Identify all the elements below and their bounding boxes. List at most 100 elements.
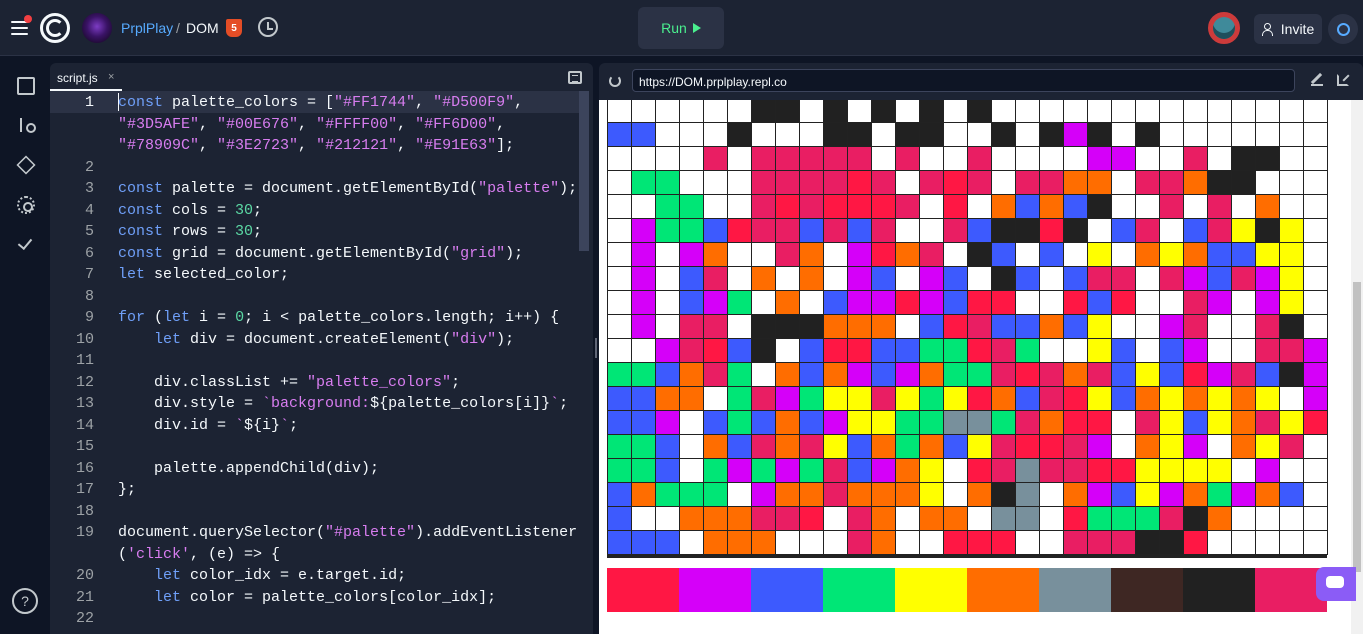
grid-cell[interactable]: [799, 290, 824, 315]
grid-cell[interactable]: [1063, 530, 1088, 555]
grid-cell[interactable]: [703, 434, 728, 459]
grid-cell[interactable]: [1039, 434, 1064, 459]
grid-cell[interactable]: [919, 122, 944, 147]
grid-cell[interactable]: [1279, 122, 1304, 147]
grid-cell[interactable]: [1279, 458, 1304, 483]
replit-logo-icon[interactable]: [40, 13, 70, 43]
grid-cell[interactable]: [1279, 146, 1304, 171]
grid-cell[interactable]: [991, 100, 1016, 123]
files-icon[interactable]: [17, 77, 35, 95]
grid-cell[interactable]: [1279, 170, 1304, 195]
grid-cell[interactable]: [991, 314, 1016, 339]
grid-cell[interactable]: [727, 170, 752, 195]
grid-cell[interactable]: [607, 314, 632, 339]
grid-cell[interactable]: [1015, 290, 1040, 315]
grid-cell[interactable]: [775, 122, 800, 147]
grid-cell[interactable]: [823, 338, 848, 363]
grid-cell[interactable]: [895, 362, 920, 387]
grid-cell[interactable]: [1087, 530, 1112, 555]
grid-cell[interactable]: [1159, 482, 1184, 507]
grid-cell[interactable]: [1159, 362, 1184, 387]
grid-cell[interactable]: [967, 482, 992, 507]
grid-cell[interactable]: [991, 170, 1016, 195]
grid-cell[interactable]: [919, 410, 944, 435]
grid-cell[interactable]: [1159, 194, 1184, 219]
grid-cell[interactable]: [1111, 530, 1136, 555]
grid-cell[interactable]: [751, 506, 776, 531]
grid-cell[interactable]: [1039, 290, 1064, 315]
grid-cell[interactable]: [1063, 458, 1088, 483]
grid-cell[interactable]: [823, 506, 848, 531]
grid-cell[interactable]: [751, 218, 776, 243]
grid-cell[interactable]: [1255, 122, 1280, 147]
grid-cell[interactable]: [1039, 194, 1064, 219]
grid-cell[interactable]: [1231, 314, 1256, 339]
grid-cell[interactable]: [1063, 434, 1088, 459]
grid-cell[interactable]: [1015, 314, 1040, 339]
grid-cell[interactable]: [1111, 386, 1136, 411]
grid-cell[interactable]: [847, 146, 872, 171]
grid-cell[interactable]: [655, 170, 680, 195]
grid-cell[interactable]: [631, 146, 656, 171]
grid-cell[interactable]: [1207, 506, 1232, 531]
grid-cell[interactable]: [1063, 266, 1088, 291]
grid-cell[interactable]: [1039, 530, 1064, 555]
grid-cell[interactable]: [847, 314, 872, 339]
grid-cell[interactable]: [943, 530, 968, 555]
grid-cell[interactable]: [1159, 122, 1184, 147]
grid-cell[interactable]: [991, 386, 1016, 411]
grid-cell[interactable]: [607, 194, 632, 219]
grid-cell[interactable]: [655, 506, 680, 531]
grid-cell[interactable]: [895, 482, 920, 507]
grid-cell[interactable]: [1255, 194, 1280, 219]
grid-cell[interactable]: [607, 170, 632, 195]
grid-cell[interactable]: [823, 434, 848, 459]
grid-cell[interactable]: [1087, 290, 1112, 315]
grid-cell[interactable]: [1183, 386, 1208, 411]
grid-cell[interactable]: [847, 506, 872, 531]
grid-cell[interactable]: [991, 218, 1016, 243]
grid-cell[interactable]: [1135, 314, 1160, 339]
grid-cell[interactable]: [655, 100, 680, 123]
grid-cell[interactable]: [919, 458, 944, 483]
grid-cell[interactable]: [1087, 362, 1112, 387]
grid-cell[interactable]: [1231, 482, 1256, 507]
grid-cell[interactable]: [895, 170, 920, 195]
grid-cell[interactable]: [1255, 266, 1280, 291]
grid-cell[interactable]: [1039, 170, 1064, 195]
grid-cell[interactable]: [1207, 434, 1232, 459]
grid-cell[interactable]: [847, 362, 872, 387]
grid-cell[interactable]: [751, 530, 776, 555]
grid-cell[interactable]: [799, 362, 824, 387]
settings-icon[interactable]: [17, 196, 35, 214]
open-external-icon[interactable]: [1337, 74, 1349, 86]
grid-cell[interactable]: [1183, 530, 1208, 555]
grid-cell[interactable]: [655, 242, 680, 267]
grid-cell[interactable]: [1039, 410, 1064, 435]
grid-cell[interactable]: [799, 146, 824, 171]
grid-cell[interactable]: [895, 410, 920, 435]
grid-cell[interactable]: [823, 218, 848, 243]
grid-cell[interactable]: [1087, 146, 1112, 171]
grid-cell[interactable]: [775, 146, 800, 171]
grid-cell[interactable]: [1207, 314, 1232, 339]
grid-cell[interactable]: [1111, 434, 1136, 459]
grid-cell[interactable]: [847, 434, 872, 459]
grid-cell[interactable]: [1207, 266, 1232, 291]
grid-cell[interactable]: [703, 458, 728, 483]
grid-cell[interactable]: [1063, 194, 1088, 219]
grid-cell[interactable]: [871, 266, 896, 291]
grid-cell[interactable]: [751, 242, 776, 267]
grid-cell[interactable]: [1087, 482, 1112, 507]
grid-cell[interactable]: [799, 338, 824, 363]
grid-cell[interactable]: [631, 290, 656, 315]
grid-cell[interactable]: [1255, 530, 1280, 555]
grid-cell[interactable]: [991, 122, 1016, 147]
grid-cell[interactable]: [751, 338, 776, 363]
code-area[interactable]: 1 const palette_colors = ["#FF1744", "#D5…: [50, 91, 593, 634]
grid-cell[interactable]: [1159, 386, 1184, 411]
grid-cell[interactable]: [751, 146, 776, 171]
palette-swatch[interactable]: [1039, 568, 1111, 612]
grid-cell[interactable]: [727, 410, 752, 435]
refresh-icon[interactable]: [609, 75, 621, 87]
